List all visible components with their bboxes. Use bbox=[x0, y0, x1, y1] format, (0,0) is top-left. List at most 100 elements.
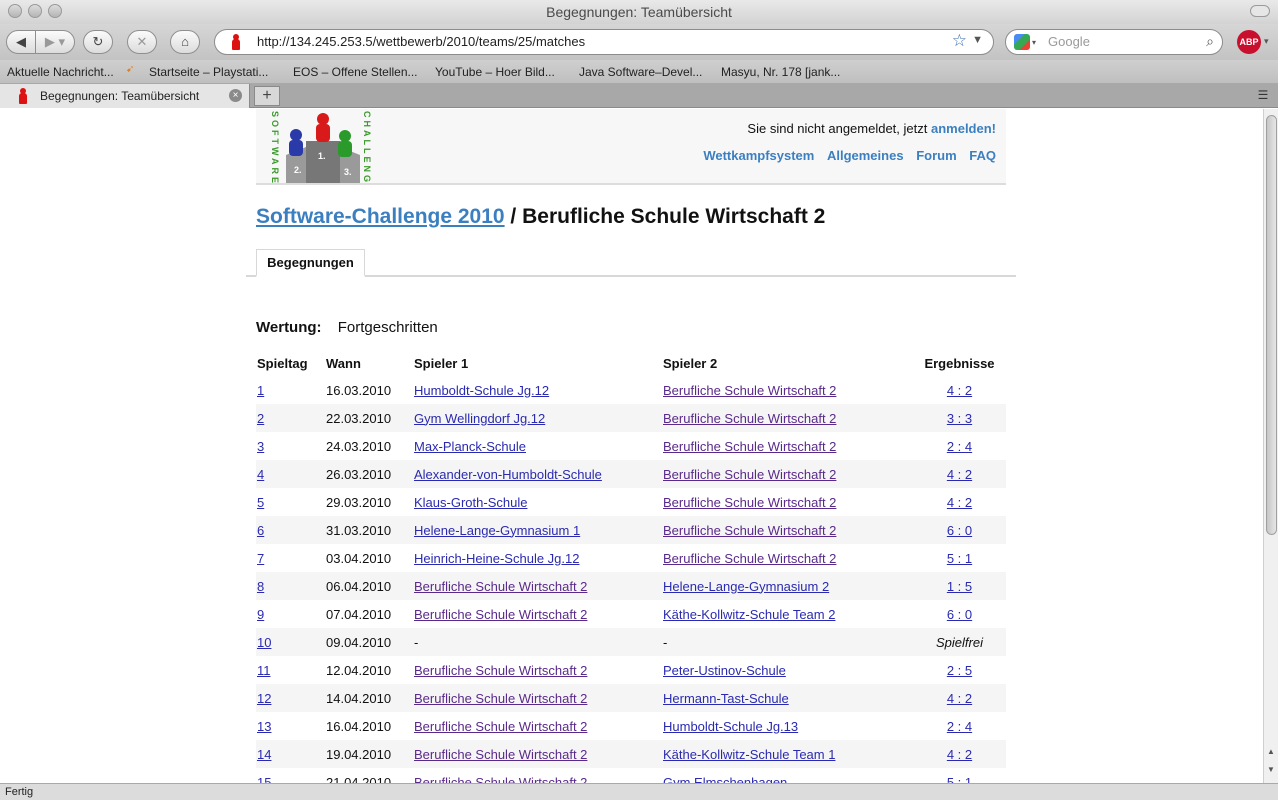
search-engine-dropdown-icon[interactable]: ▾ bbox=[1032, 38, 1036, 47]
player1-link[interactable]: Humboldt-Schule Jg.12 bbox=[414, 383, 549, 398]
player2-link[interactable]: Berufliche Schule Wirtschaft 2 bbox=[663, 467, 836, 482]
player1-link[interactable]: Berufliche Schule Wirtschaft 2 bbox=[414, 747, 587, 762]
bookmark-item[interactable]: EOS – Offene Stellen... bbox=[293, 65, 418, 79]
toolbar-overflow-icon[interactable]: ▾ bbox=[1264, 36, 1269, 47]
player1-link[interactable]: Berufliche Schule Wirtschaft 2 bbox=[414, 775, 587, 784]
spieltag-link[interactable]: 3 bbox=[257, 439, 264, 454]
toolbar-toggle-button[interactable] bbox=[1250, 5, 1270, 17]
player1-link[interactable]: Alexander-von-Humboldt-Schule bbox=[414, 467, 602, 482]
forward-button[interactable]: ▶ ▾ bbox=[35, 30, 75, 54]
search-bar[interactable]: ▾ Google ⌕ bbox=[1005, 29, 1223, 55]
player2-link[interactable]: Berufliche Schule Wirtschaft 2 bbox=[663, 411, 836, 426]
bookmark-star-icon[interactable]: ☆ bbox=[952, 31, 967, 51]
result-link[interactable]: 4 : 2 bbox=[947, 467, 972, 482]
player1-link[interactable]: Helene-Lange-Gymnasium 1 bbox=[414, 523, 580, 538]
bookmark-item[interactable]: Aktuelle Nachricht... bbox=[7, 65, 114, 79]
nav-forum[interactable]: Forum bbox=[916, 148, 956, 163]
spieltag-link[interactable]: 11 bbox=[257, 663, 271, 678]
result-link[interactable]: 2 : 4 bbox=[947, 719, 972, 734]
player2-link[interactable]: Peter-Ustinov-Schule bbox=[663, 663, 786, 678]
stop-button[interactable]: ✕ bbox=[127, 30, 157, 54]
url-bar[interactable]: http://134.245.253.5/wettbewerb/2010/tea… bbox=[214, 29, 994, 55]
table-cell: Berufliche Schule Wirtschaft 2 bbox=[663, 460, 913, 488]
bookmark-item[interactable]: Startseite – Playstati... bbox=[149, 65, 268, 79]
player2-link[interactable]: Hermann-Tast-Schule bbox=[663, 691, 789, 706]
result-link[interactable]: 3 : 3 bbox=[947, 411, 972, 426]
spieltag-link[interactable]: 12 bbox=[257, 691, 271, 706]
zoom-window-button[interactable] bbox=[48, 4, 62, 18]
player2-link[interactable]: Gym Elmschenhagen bbox=[663, 775, 787, 784]
player1-link[interactable]: Berufliche Schule Wirtschaft 2 bbox=[414, 579, 587, 594]
player2-link[interactable]: Berufliche Schule Wirtschaft 2 bbox=[663, 383, 836, 398]
close-tab-icon[interactable]: × bbox=[229, 89, 242, 102]
result-link[interactable]: 2 : 4 bbox=[947, 439, 972, 454]
login-link[interactable]: anmelden! bbox=[931, 121, 996, 136]
spieltag-link[interactable]: 15 bbox=[257, 775, 271, 784]
bookmark-item[interactable]: Masyu, Nr. 178 [jank... bbox=[721, 65, 840, 79]
tab-begegnungen[interactable]: Begegnungen bbox=[256, 249, 365, 277]
player1-link[interactable]: Heinrich-Heine-Schule Jg.12 bbox=[414, 551, 579, 566]
player1-link[interactable]: Gym Wellingdorf Jg.12 bbox=[414, 411, 545, 426]
result-link[interactable]: 4 : 2 bbox=[947, 747, 972, 762]
close-window-button[interactable] bbox=[8, 4, 22, 18]
back-button[interactable]: ◀ bbox=[6, 30, 36, 54]
player2-link[interactable]: Berufliche Schule Wirtschaft 2 bbox=[663, 495, 836, 510]
spieltag-link[interactable]: 7 bbox=[257, 551, 264, 566]
header-spieltag: Spieltag bbox=[257, 355, 308, 371]
player2-link[interactable]: Käthe-Kollwitz-Schule Team 2 bbox=[663, 607, 835, 622]
nav-allgemeines[interactable]: Allgemeines bbox=[827, 148, 904, 163]
nav-wettkampfsystem[interactable]: Wettkampfsystem bbox=[703, 148, 814, 163]
bookmark-item[interactable]: YouTube – Hoer Bild... bbox=[435, 65, 555, 79]
minimize-window-button[interactable] bbox=[28, 4, 42, 18]
breadcrumb-contest-link[interactable]: Software-Challenge 2010 bbox=[256, 205, 505, 228]
result-link[interactable]: 6 : 0 bbox=[947, 523, 972, 538]
player2-link[interactable]: Helene-Lange-Gymnasium 2 bbox=[663, 579, 829, 594]
url-dropdown-icon[interactable]: ▼ bbox=[972, 34, 983, 46]
player2-link[interactable]: Berufliche Schule Wirtschaft 2 bbox=[663, 439, 836, 454]
result-link[interactable]: 5 : 1 bbox=[947, 775, 972, 784]
nav-faq[interactable]: FAQ bbox=[969, 148, 996, 163]
player1-link[interactable]: Max-Planck-Schule bbox=[414, 439, 526, 454]
player2-link[interactable]: Berufliche Schule Wirtschaft 2 bbox=[663, 551, 836, 566]
new-tab-button[interactable]: + bbox=[254, 86, 280, 106]
spieltag-link[interactable]: 9 bbox=[257, 607, 264, 622]
match-date: 26.03.2010 bbox=[326, 460, 414, 488]
bookmark-item[interactable]: Java Software–Devel... bbox=[579, 65, 702, 79]
vertical-scrollbar[interactable]: ▲ ▼ bbox=[1263, 109, 1278, 783]
spieltag-link[interactable]: 2 bbox=[257, 411, 264, 426]
player1-link[interactable]: Berufliche Schule Wirtschaft 2 bbox=[414, 719, 587, 734]
spieltag-link[interactable]: 6 bbox=[257, 523, 264, 538]
result-link[interactable]: 4 : 2 bbox=[947, 495, 972, 510]
magnifier-icon[interactable]: ⌕ bbox=[1206, 33, 1214, 50]
tab-begegnungen[interactable]: Begegnungen: Teamübersicht × bbox=[0, 84, 250, 108]
tab-list-icon[interactable]: ☰ bbox=[1254, 88, 1272, 104]
spieltag-link[interactable]: 5 bbox=[257, 495, 264, 510]
adblock-plus-button[interactable]: ABP bbox=[1237, 30, 1261, 54]
player2-link[interactable]: Käthe-Kollwitz-Schule Team 1 bbox=[663, 747, 835, 762]
spieltag-link[interactable]: 14 bbox=[257, 747, 271, 762]
reload-button[interactable]: ↻ bbox=[83, 30, 113, 54]
spieltag-link[interactable]: 1 bbox=[257, 383, 264, 398]
scroll-up-icon[interactable]: ▲ bbox=[1267, 747, 1275, 756]
player1-link[interactable]: Berufliche Schule Wirtschaft 2 bbox=[414, 607, 587, 622]
home-button[interactable]: ⌂ bbox=[170, 30, 200, 54]
player1-link[interactable]: Klaus-Groth-Schule bbox=[414, 495, 527, 510]
table-cell: 7 bbox=[256, 544, 326, 572]
scroll-down-icon[interactable]: ▼ bbox=[1267, 765, 1275, 774]
spieltag-link[interactable]: 8 bbox=[257, 579, 264, 594]
player1-link[interactable]: Berufliche Schule Wirtschaft 2 bbox=[414, 691, 587, 706]
player2-link[interactable]: Berufliche Schule Wirtschaft 2 bbox=[663, 523, 836, 538]
spieltag-link[interactable]: 10 bbox=[257, 635, 271, 650]
spieltag-link[interactable]: 13 bbox=[257, 719, 271, 734]
spieltag-link[interactable]: 4 bbox=[257, 467, 264, 482]
result-link[interactable]: 4 : 2 bbox=[947, 383, 972, 398]
player2-link[interactable]: Humboldt-Schule Jg.13 bbox=[663, 719, 798, 734]
result-link[interactable]: 4 : 2 bbox=[947, 691, 972, 706]
scrollbar-thumb[interactable] bbox=[1266, 115, 1277, 535]
google-search-engine-icon[interactable] bbox=[1014, 34, 1030, 50]
result-link[interactable]: 6 : 0 bbox=[947, 607, 972, 622]
player1-link[interactable]: Berufliche Schule Wirtschaft 2 bbox=[414, 663, 587, 678]
result-link[interactable]: 5 : 1 bbox=[947, 551, 972, 566]
result-link[interactable]: 2 : 5 bbox=[947, 663, 972, 678]
result-link[interactable]: 1 : 5 bbox=[947, 579, 972, 594]
